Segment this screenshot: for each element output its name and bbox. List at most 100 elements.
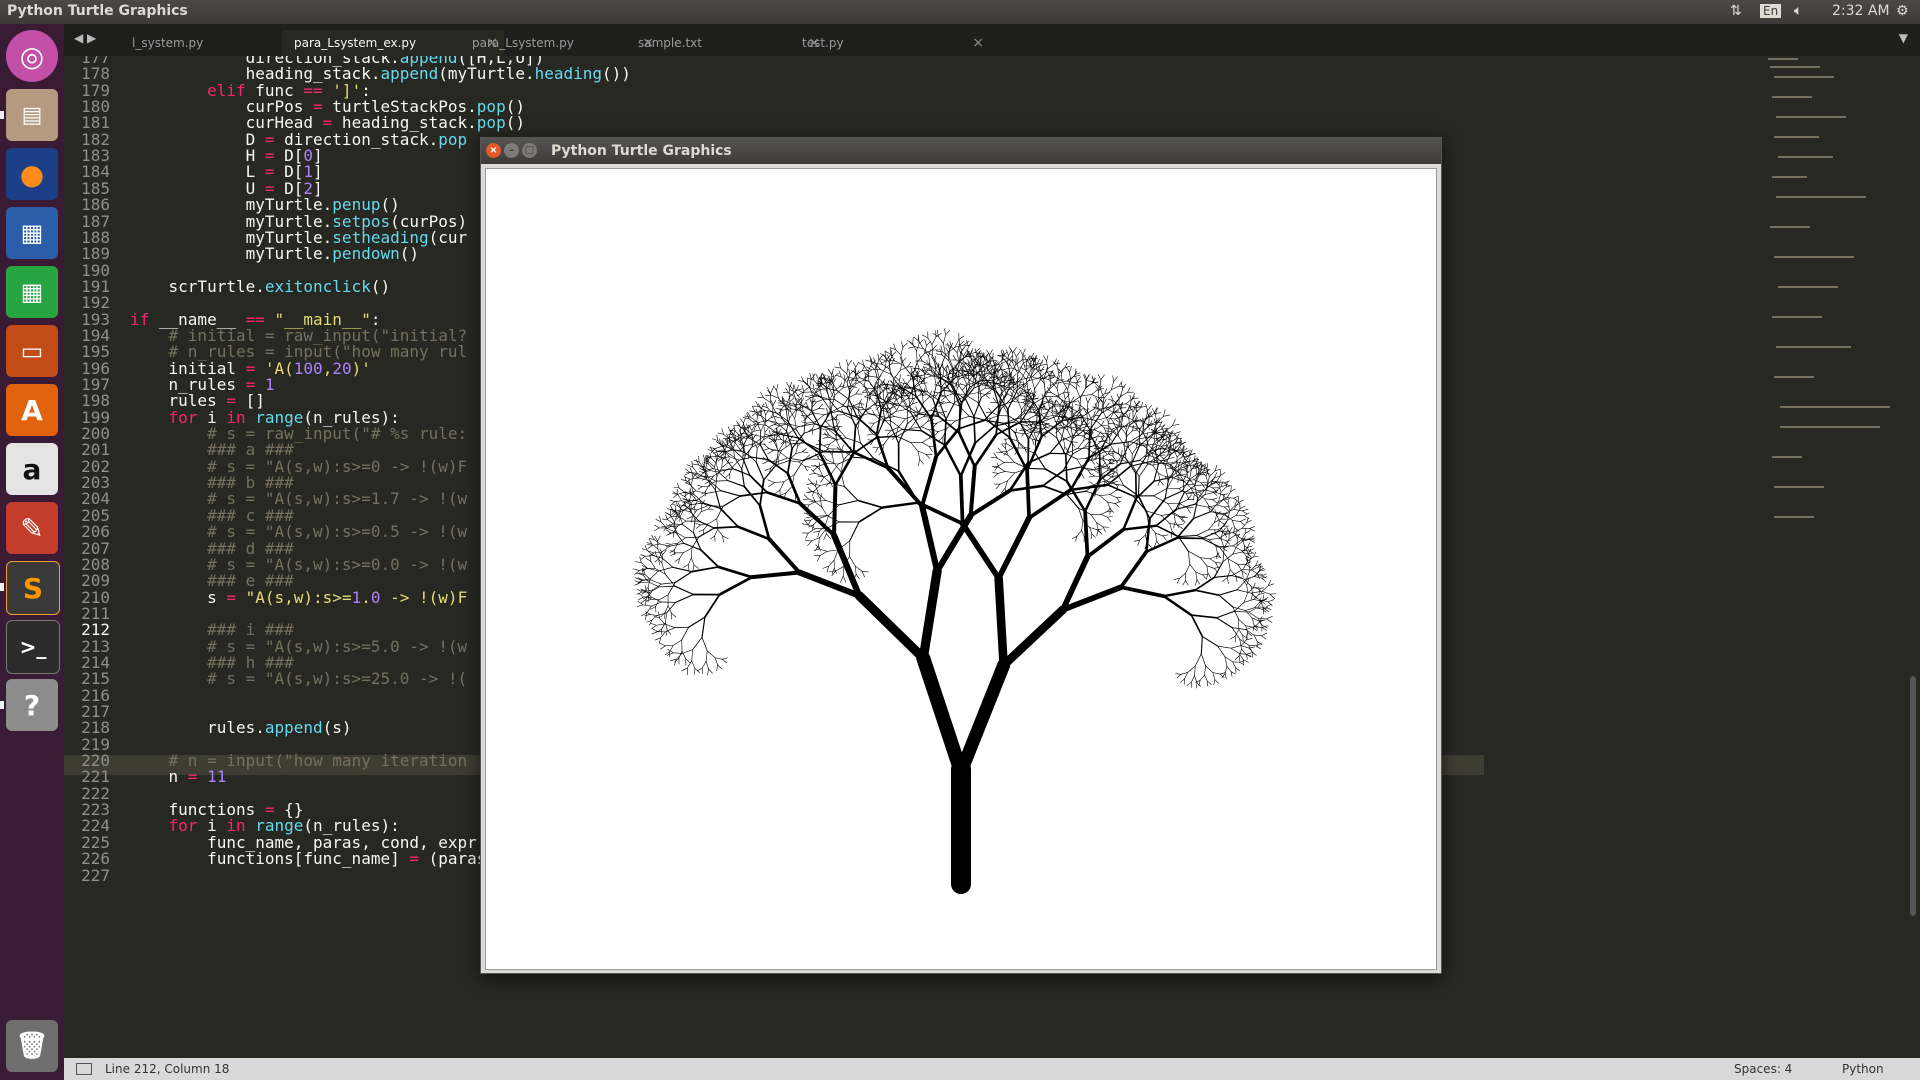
vertical-scrollbar[interactable] xyxy=(1910,676,1916,916)
tree-branch xyxy=(835,439,841,450)
volume-icon[interactable]: 🔈︎ xyxy=(1794,3,1802,19)
tree-branch xyxy=(748,474,768,494)
firefox-launcher[interactable]: ● xyxy=(6,148,58,200)
tree-branch xyxy=(775,416,782,419)
tree-branch xyxy=(1103,427,1108,437)
tree-branch xyxy=(683,504,690,509)
tree-branch xyxy=(807,487,813,492)
tree-branch xyxy=(793,460,804,476)
sublime-text-launcher[interactable]: S xyxy=(6,561,60,615)
tree-branch xyxy=(1253,556,1259,558)
tree-branch xyxy=(902,378,906,384)
tree-branch xyxy=(778,404,785,407)
tree-branch xyxy=(1145,517,1151,554)
tab-list-dropdown-icon[interactable]: ▼ xyxy=(1899,31,1908,45)
tree-branch xyxy=(807,478,813,484)
clock[interactable]: 2:32 AM xyxy=(1832,3,1890,19)
tree-branch xyxy=(1069,371,1071,381)
tree-branch xyxy=(920,454,939,508)
minimize-window-icon[interactable]: – xyxy=(504,143,519,158)
tree-branch xyxy=(978,377,985,388)
tree-branch xyxy=(1153,487,1168,497)
tree-branch xyxy=(1126,430,1133,437)
writer-launcher[interactable]: ▦ xyxy=(6,207,58,259)
tree-branch xyxy=(1239,518,1246,522)
tab-nav-arrows-icon[interactable]: ◀ ▶ xyxy=(74,31,96,45)
syntax-mode[interactable]: Python xyxy=(1842,1058,1884,1080)
keyboard-layout-indicator[interactable]: En xyxy=(1760,4,1782,18)
panel-toggle-icon[interactable] xyxy=(76,1063,92,1075)
tree-branch xyxy=(908,346,915,349)
tree-branch xyxy=(786,382,790,389)
turtle-window-titlebar[interactable]: × – □ Python Turtle Graphics xyxy=(481,138,1441,164)
tree-branch xyxy=(968,488,1012,518)
tree-branch xyxy=(1089,527,1098,530)
tree-branch xyxy=(1233,509,1243,512)
tree-branch xyxy=(811,537,820,542)
tree-branch xyxy=(697,667,703,672)
tab-test-py[interactable]: test.py × xyxy=(790,30,990,56)
tree-branch xyxy=(974,348,978,356)
turtle-window[interactable]: × – □ Python Turtle Graphics xyxy=(480,137,1442,974)
tree-branch xyxy=(1109,490,1117,495)
tree-branch xyxy=(678,650,683,659)
gear-icon[interactable]: ⚙ xyxy=(1896,3,1909,19)
tree-branch xyxy=(875,447,879,453)
tree-branch xyxy=(1244,530,1251,534)
impress-launcher[interactable]: ▭ xyxy=(6,325,58,377)
tree-branch xyxy=(909,341,915,347)
tree-branch xyxy=(1179,573,1186,579)
tree-branch xyxy=(941,395,947,401)
tree-branch xyxy=(686,516,693,520)
ubuntu-dash-button[interactable]: ◎ xyxy=(6,30,58,82)
close-window-icon[interactable]: × xyxy=(486,143,501,158)
tree-branch xyxy=(710,455,718,458)
settings-launcher[interactable]: ✎ xyxy=(6,502,58,554)
tree-branch xyxy=(997,471,1006,474)
tree-branch xyxy=(963,340,970,346)
tree-branch xyxy=(748,418,756,425)
tree-branch xyxy=(812,401,817,407)
tree-branch xyxy=(1143,425,1150,431)
tree-branch xyxy=(1204,498,1213,500)
tree-branch xyxy=(1093,381,1101,389)
files-launcher[interactable]: ▤ xyxy=(6,89,58,141)
amazon-launcher[interactable]: a xyxy=(6,443,58,495)
tree-branch xyxy=(923,381,928,393)
software-center-launcher[interactable]: A xyxy=(6,384,58,436)
tree-branch xyxy=(1185,580,1189,586)
tree-branch xyxy=(1193,494,1199,498)
trash-launcher[interactable]: 🗑︎ xyxy=(6,1020,58,1072)
tree-branch xyxy=(764,414,767,423)
indentation-setting[interactable]: Spaces: 4 xyxy=(1734,1058,1792,1080)
tree-branch xyxy=(1246,638,1253,641)
close-icon[interactable]: × xyxy=(972,30,984,56)
tree-branch xyxy=(840,575,844,583)
turtle-canvas[interactable] xyxy=(485,168,1437,970)
transfer-arrows-icon[interactable]: ⇅ xyxy=(1730,3,1742,19)
help-launcher[interactable]: ? xyxy=(6,679,58,731)
tree-branch xyxy=(1040,366,1045,372)
tree-branch xyxy=(996,457,1005,463)
tree-branch xyxy=(738,456,753,461)
tree-branch xyxy=(1206,565,1209,574)
tree-branch xyxy=(1206,572,1209,579)
tree-branch xyxy=(817,428,830,431)
maximize-window-icon[interactable]: □ xyxy=(522,143,537,158)
tree-branch xyxy=(828,559,835,567)
tree-branch xyxy=(1253,582,1256,589)
tree-branch xyxy=(826,533,831,540)
tree-branch xyxy=(959,340,965,346)
tree-branch xyxy=(1216,617,1233,629)
tree-branch xyxy=(815,480,817,487)
terminal-launcher[interactable]: >_ xyxy=(6,620,60,674)
tree-branch xyxy=(846,365,849,375)
tree-branch xyxy=(1076,458,1086,460)
tree-branch xyxy=(900,347,904,356)
launcher: ◎ ▤ ● ▦ ▦ ▭ A a ✎ S >_ ? 🗑︎ xyxy=(0,24,64,1080)
tab-label: para_Lsystem.py xyxy=(472,36,574,50)
tree-branch xyxy=(1219,472,1226,476)
minimap[interactable] xyxy=(1760,56,1890,556)
calc-launcher[interactable]: ▦ xyxy=(6,266,58,318)
code-line: # s = "A(s,w):s>=25.0 -> !( xyxy=(130,669,468,689)
